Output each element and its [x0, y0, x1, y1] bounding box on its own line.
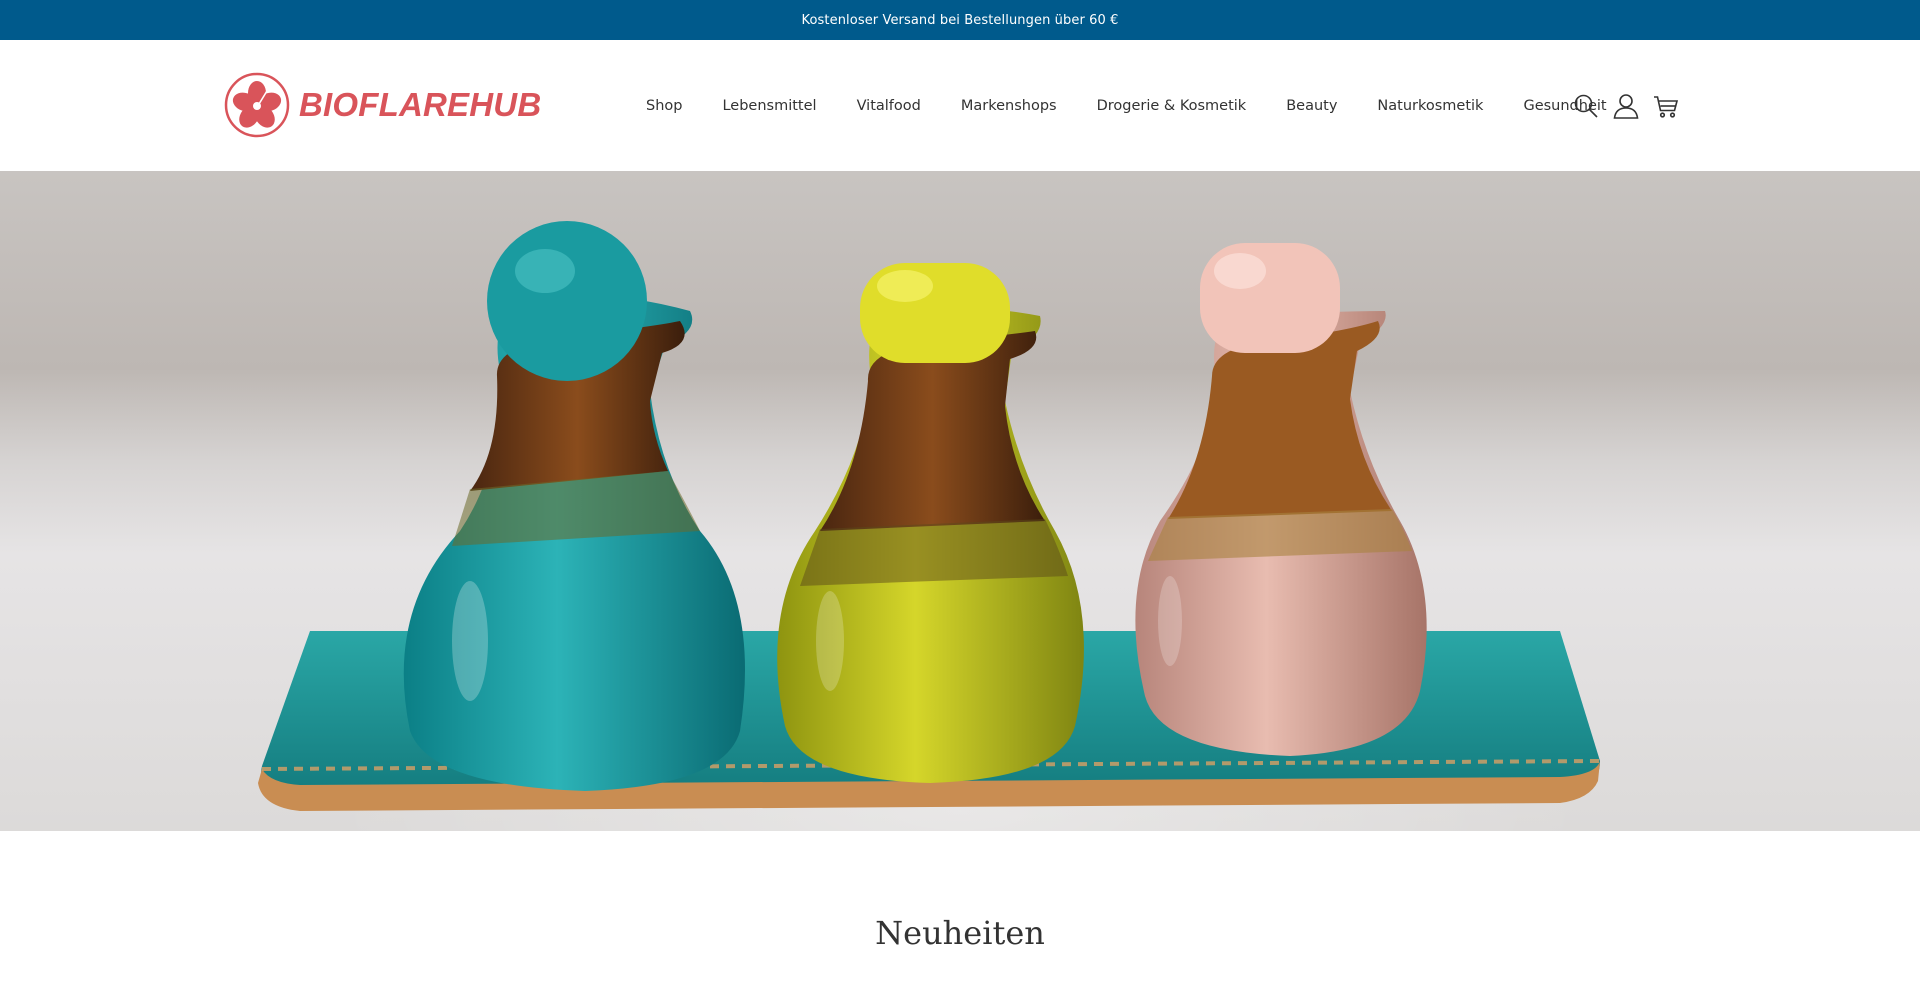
hero-banner — [0, 171, 1920, 831]
header-icons — [1572, 40, 1679, 171]
cart-icon — [1653, 95, 1678, 118]
nav-item-shop[interactable]: Shop — [626, 98, 702, 114]
nav-item-naturkosmetik[interactable]: Naturkosmetik — [1357, 98, 1503, 114]
account-button[interactable] — [1612, 92, 1639, 119]
nav-item-markenshops[interactable]: Markenshops — [941, 98, 1077, 114]
nav-item-vitalfood[interactable]: Vitalfood — [837, 98, 941, 114]
nav-item-drogerie-kosmetik[interactable]: Drogerie & Kosmetik — [1077, 98, 1267, 114]
search-button[interactable] — [1572, 92, 1599, 119]
main-nav: Shop Lebensmittel Vitalfood Markenshops … — [626, 40, 1627, 171]
site-header: BIOFLAREHUB Shop Lebensmittel Vitalfood … — [0, 40, 1920, 171]
cart-button[interactable] — [1652, 92, 1679, 119]
hibiscus-icon — [224, 72, 290, 138]
logo-link[interactable]: BIOFLAREHUB — [223, 70, 541, 140]
announcement-bar: Kostenloser Versand bei Bestellungen übe… — [0, 0, 1920, 40]
nav-item-lebensmittel[interactable]: Lebensmittel — [702, 98, 836, 114]
account-icon — [1613, 93, 1638, 119]
brand-name: BIOFLAREHUB — [299, 86, 542, 123]
hero-image — [258, 221, 1601, 811]
search-icon — [1574, 94, 1598, 118]
announcement-text: Kostenloser Versand bei Bestellungen übe… — [801, 12, 1119, 28]
section-title-neuheiten: Neuheiten — [875, 914, 1045, 952]
nav-item-beauty[interactable]: Beauty — [1266, 98, 1357, 114]
